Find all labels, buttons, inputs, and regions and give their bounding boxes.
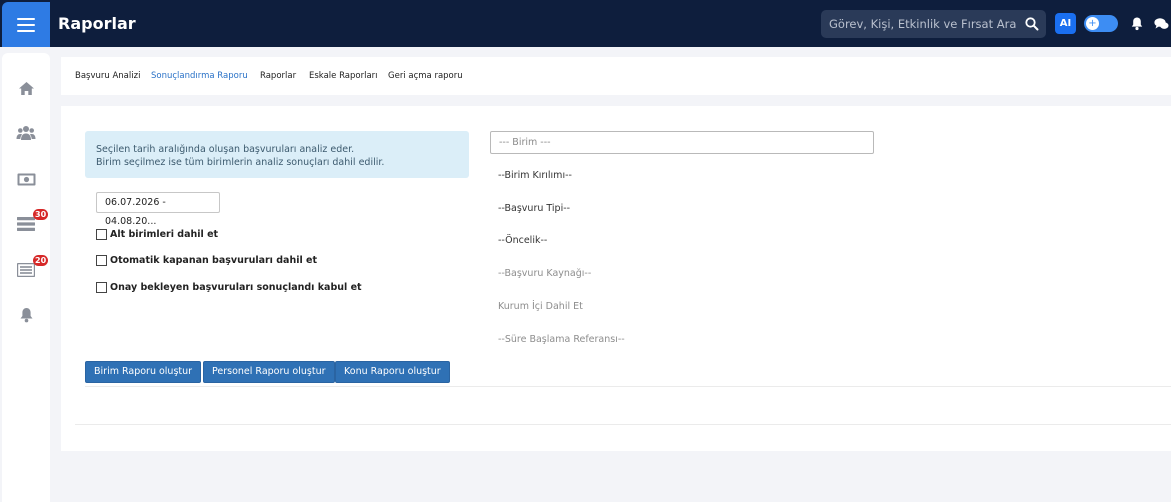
tab-sonuclandirma-raporu[interactable]: Sonuçlandırma Raporu (151, 71, 248, 81)
divider (85, 386, 1171, 387)
hamburger-icon (17, 17, 35, 32)
konu-raporu-button[interactable]: Konu Raporu oluştur (335, 361, 450, 383)
checkbox-box[interactable] (96, 282, 107, 293)
checkbox-onay-bekleyen[interactable]: Onay bekleyen başvuruları sonuçlandı kab… (96, 282, 362, 293)
option-basvuru-tipi[interactable]: --Başvuru Tipi-- (498, 203, 570, 214)
divider (75, 424, 1171, 425)
option-basvuru-kaynagi[interactable]: --Başvuru Kaynağı-- (498, 268, 591, 279)
option-sure-baslama-referansi[interactable]: --Süre Başlama Referansı-- (498, 334, 625, 345)
list-icon (17, 217, 35, 231)
menu-button[interactable] (2, 2, 50, 47)
report-tabs: Başvuru Analizi Sonuçlandırma Raporu Rap… (61, 57, 1171, 95)
info-line-1: Seçilen tarih aralığında oluşan başvurul… (96, 144, 355, 155)
ai-button[interactable]: AI (1055, 13, 1076, 34)
birim-raporu-button[interactable]: Birim Raporu oluştur (85, 361, 202, 383)
date-range-input[interactable]: 06.07.2026 - 04.08.20... (96, 192, 220, 227)
checkbox-box[interactable] (96, 255, 107, 266)
page-title: Raporlar (58, 14, 136, 33)
search-input[interactable] (821, 10, 1021, 38)
tab-raporlar[interactable]: Raporlar (260, 71, 296, 81)
sidebar-item-notifications[interactable] (2, 303, 50, 327)
checkbox-label: Otomatik kapanan başvuruları dahil et (110, 255, 318, 266)
notifications-bell-icon[interactable] (1130, 16, 1144, 31)
sidebar-item-users[interactable] (2, 121, 50, 145)
checkbox-label: Alt birimleri dahil et (110, 229, 219, 240)
info-line-2: Birim seçilmez ise tüm birimlerin analiz… (96, 157, 385, 168)
option-kurum-ici-dahil-et[interactable]: Kurum İçi Dahil Et (498, 301, 583, 312)
checkbox-box[interactable] (96, 229, 107, 240)
home-icon (18, 81, 34, 95)
users-icon (16, 126, 36, 140)
chat-icon[interactable] (1154, 17, 1169, 31)
top-bar: Raporlar AI + (0, 0, 1171, 47)
checkbox-alt-birimler[interactable]: Alt birimleri dahil et (96, 229, 218, 240)
theme-toggle[interactable]: + (1084, 15, 1118, 32)
tab-geri-acma-raporu[interactable]: Geri açma raporu (388, 71, 463, 81)
checkbox-label: Onay bekleyen başvuruları sonuçlandı kab… (110, 282, 362, 293)
tab-eskale-raporlari[interactable]: Eskale Raporları (309, 71, 378, 81)
sidebar-item-finance[interactable] (2, 167, 50, 191)
search-icon[interactable] (1024, 16, 1040, 32)
search-box[interactable] (821, 10, 1046, 38)
news-count-badge: 20 (33, 255, 49, 266)
bell-icon (20, 308, 32, 323)
plus-icon: + (1086, 17, 1099, 30)
money-icon (17, 173, 35, 185)
birim-select[interactable]: --- Birim --- (490, 131, 874, 154)
option-birim-kirilimi[interactable]: --Birim Kırılımı-- (498, 170, 572, 181)
tab-basvuru-analizi[interactable]: Başvuru Analizi (75, 71, 140, 81)
personel-raporu-button[interactable]: Personel Raporu oluştur (203, 361, 335, 383)
option-oncelik[interactable]: --Öncelik-- (498, 235, 547, 246)
info-box: Seçilen tarih aralığında oluşan başvurul… (85, 131, 469, 178)
checkbox-otomatik-kapanan[interactable]: Otomatik kapanan başvuruları dahil et (96, 255, 317, 266)
news-icon (17, 263, 35, 277)
tasks-count-badge: 30 (33, 209, 49, 220)
sidebar-item-home[interactable] (2, 76, 50, 100)
sidebar: 30 20 (2, 53, 50, 502)
report-form-panel: Seçilen tarih aralığında oluşan başvurul… (61, 106, 1171, 451)
